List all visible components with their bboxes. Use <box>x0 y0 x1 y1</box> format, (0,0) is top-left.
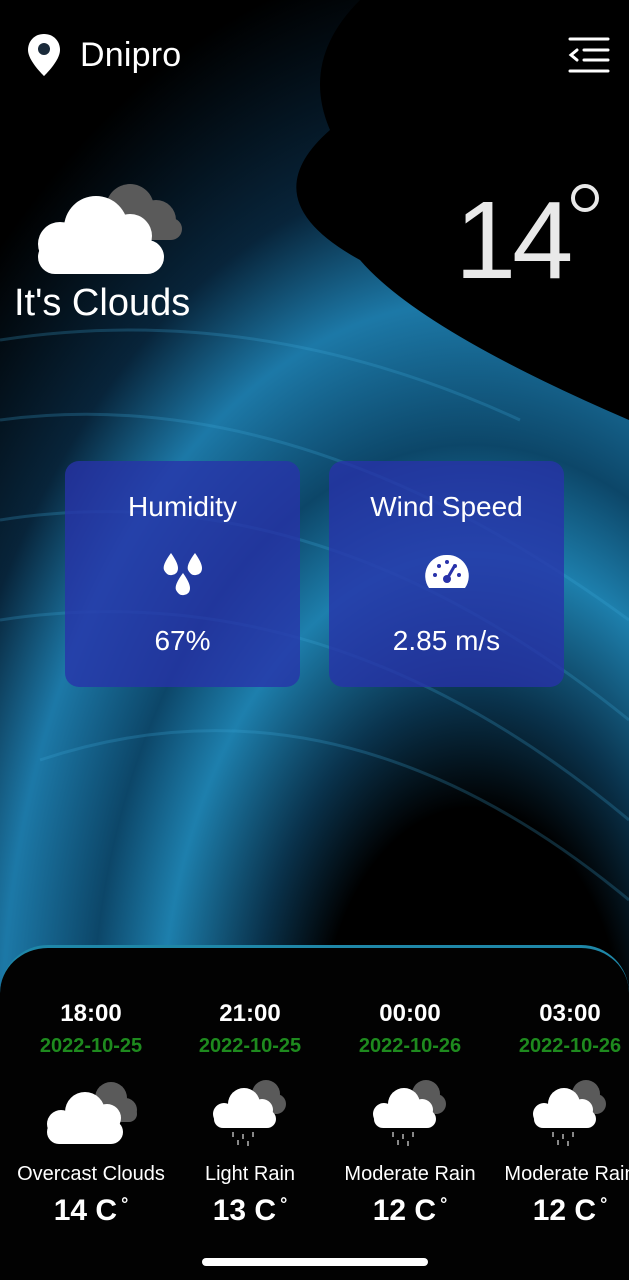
forecast-description: Moderate Rain <box>344 1163 476 1185</box>
forecast-time: 03:00 <box>539 1000 601 1027</box>
humidity-value: 67% <box>154 625 211 656</box>
clouds-icon <box>38 184 182 274</box>
forecast-temp: 13 C ° <box>212 1194 288 1227</box>
city-name: Dnipro <box>80 36 182 74</box>
speedometer-icon <box>424 554 469 588</box>
current-temperature: 14 <box>455 179 573 302</box>
degree-symbol <box>571 184 599 212</box>
location-pin-icon <box>28 34 60 76</box>
forecast-time: 18:00 <box>60 1000 122 1027</box>
forecast-date: 2022-10-25 <box>198 1035 302 1057</box>
forecast-time: 00:00 <box>379 1000 441 1027</box>
forecast-description: Light Rain <box>204 1163 296 1185</box>
weather-condition: It's Clouds <box>14 282 191 324</box>
forecast-description: Moderate Rain <box>504 1163 629 1185</box>
water-drops-icon <box>163 553 202 596</box>
forecast-description: Overcast Clouds <box>17 1163 165 1185</box>
forecast-date: 2022-10-26 <box>358 1035 462 1057</box>
rain-cloud-icon <box>533 1080 606 1146</box>
forecast-date: 2022-10-25 <box>39 1035 143 1057</box>
rain-cloud-icon <box>373 1080 446 1146</box>
forecast-temp: 12 C ° <box>372 1194 448 1227</box>
wind-speed-title: Wind Speed <box>370 491 523 522</box>
forecast-date: 2022-10-26 <box>518 1035 622 1057</box>
forecast-time: 21:00 <box>219 1000 281 1027</box>
wind-speed-card: Wind Speed 2.85 m/s <box>329 461 564 687</box>
overcast-clouds-icon <box>47 1082 137 1144</box>
home-indicator[interactable] <box>202 1258 428 1266</box>
rain-cloud-icon <box>213 1080 286 1146</box>
forecast-temp: 12 C ° <box>532 1194 608 1227</box>
forecast-panel[interactable]: 18:00 2022-10-25 Overcast Clouds 14 C ° 2… <box>0 945 629 1280</box>
header: Dnipro <box>0 0 629 110</box>
wind-speed-value: 2.85 m/s <box>392 625 501 656</box>
humidity-card: Humidity 67% <box>65 461 300 687</box>
menu-collapse-icon[interactable] <box>566 36 610 74</box>
humidity-title: Humidity <box>128 491 237 522</box>
forecast-temp: 14 C ° <box>53 1194 129 1227</box>
